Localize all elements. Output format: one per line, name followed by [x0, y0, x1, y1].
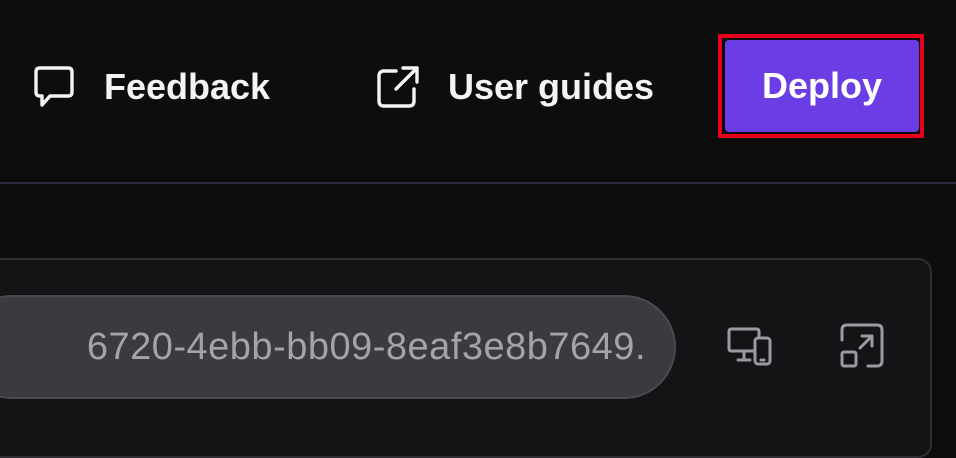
devices-icon[interactable] — [724, 320, 776, 372]
expand-icon[interactable] — [836, 320, 888, 372]
feedback-link[interactable]: Feedback — [30, 60, 270, 114]
header-divider — [0, 182, 956, 184]
external-link-icon — [374, 63, 422, 111]
user-guides-link[interactable]: User guides — [374, 60, 654, 114]
top-toolbar: Feedback User guides Deploy — [0, 0, 956, 182]
user-guides-label: User guides — [448, 66, 655, 107]
deploy-button[interactable]: Deploy — [725, 40, 919, 132]
feedback-label: Feedback — [104, 66, 271, 107]
preview-url-text: 6720-4ebb-bb09-8eaf3e8b7649. — [86, 325, 646, 368]
message-square-icon — [30, 63, 78, 111]
preview-url-field[interactable]: 6720-4ebb-bb09-8eaf3e8b7649. — [0, 295, 676, 399]
